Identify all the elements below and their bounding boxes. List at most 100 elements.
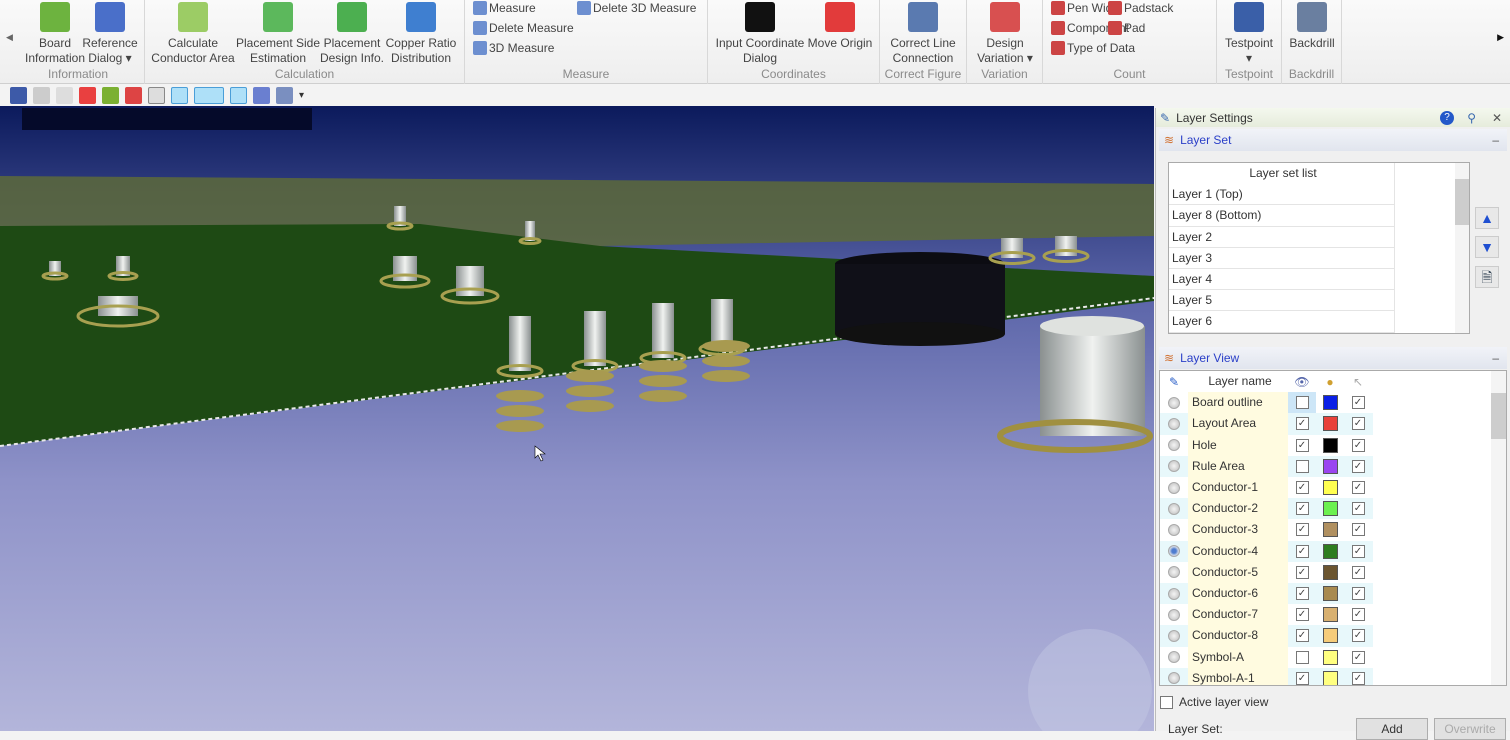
move-origin-button[interactable]: Move Origin [795,0,885,51]
visibility-checkbox[interactable] [1295,459,1309,473]
layer-row[interactable]: Conductor-2 ✓ ✓ [1160,498,1373,520]
visibility-checkbox[interactable] [1295,396,1309,410]
layer-row[interactable]: Symbol-A ✓ [1160,646,1373,668]
color-cell[interactable] [1316,435,1344,456]
layer-toggle-icon[interactable] [230,86,247,104]
visibility-cell[interactable]: ✓ [1288,413,1316,434]
color-swatch[interactable] [1322,628,1338,644]
active-layer-radio[interactable] [1160,435,1188,456]
comment-icon[interactable] [194,86,224,104]
visibility-checkbox[interactable]: ✓ [1295,608,1309,622]
selectable-checkbox[interactable]: ✓ [1351,629,1365,643]
selectable-cell[interactable]: ✓ [1344,435,1372,456]
visibility-checkbox[interactable]: ✓ [1295,417,1309,431]
layer-set-item[interactable]: Layer 2 [1169,226,1395,248]
design-variation-button[interactable]: Design Variation ▾ [960,0,1050,66]
visibility-cell[interactable]: ✓ [1288,498,1316,519]
active-layer-radio[interactable] [1160,519,1188,540]
layer-row[interactable]: Conductor-1 ✓ ✓ [1160,477,1373,499]
layer-row[interactable]: Rule Area ✓ [1160,455,1373,477]
edit-layer-set-button[interactable]: 🗎 [1475,266,1499,288]
layer-set-item[interactable]: Layer 1 (Top) [1169,184,1395,206]
color-swatch[interactable] [1322,416,1338,432]
color-cell[interactable] [1316,498,1344,519]
layer-row[interactable]: Conductor-7 ✓ ✓ [1160,604,1373,626]
radio[interactable] [1168,566,1180,579]
layer-row[interactable]: Board outline ✓ [1160,392,1373,414]
color-cell[interactable] [1316,625,1344,646]
copper-ratio-button[interactable]: Copper Ratio Distribution [376,0,466,66]
color-cell[interactable] [1316,477,1344,498]
layer-set-item[interactable]: Layer 5 [1169,290,1395,312]
color-swatch[interactable] [1322,522,1338,538]
scrollbar[interactable] [1455,163,1469,333]
visibility-cell[interactable]: ✓ [1288,583,1316,604]
3d-board-viewport[interactable] [0,106,1154,731]
radio[interactable] [1168,439,1180,452]
ruler-button[interactable]: Measure [473,1,536,15]
active-layer-radio[interactable] [1160,392,1188,413]
visibility-cell[interactable]: ✓ [1288,477,1316,498]
visibility-cell[interactable]: ✓ [1288,668,1316,685]
layer-row[interactable]: Conductor-8 ✓ ✓ [1160,625,1373,647]
active-layer-radio[interactable] [1160,647,1188,668]
visibility-cell[interactable] [1288,456,1316,477]
selectable-checkbox[interactable]: ✓ [1351,565,1365,579]
selectable-checkbox[interactable]: ✓ [1351,608,1365,622]
layer-row[interactable]: Symbol-A-1 ✓ ✓ [1160,667,1373,685]
layer-row[interactable]: Conductor-6 ✓ ✓ [1160,583,1373,605]
probe-icon[interactable] [253,86,270,104]
visibility-checkbox[interactable]: ✓ [1295,544,1309,558]
layer-row[interactable]: Hole ✓ ✓ [1160,434,1373,456]
color-cell[interactable] [1316,541,1344,562]
active-layer-radio[interactable] [1160,541,1188,562]
connection-icon[interactable] [171,86,188,104]
pad-button[interactable]: Pad [1108,21,1145,35]
scrollbar[interactable] [1491,371,1506,685]
selectable-checkbox[interactable]: ✓ [1351,671,1365,685]
3d-measure-button[interactable]: 3D Measure [473,41,554,55]
layer-row[interactable]: Conductor-5 ✓ ✓ [1160,561,1373,583]
selectable-checkbox[interactable]: ✓ [1351,481,1365,495]
active-layer-radio[interactable] [1160,456,1188,477]
color-cell[interactable] [1316,562,1344,583]
selectable-checkbox[interactable]: ✓ [1351,502,1365,516]
ribbon-scroll-right[interactable]: ▶ [1497,32,1504,43]
active-layer-radio[interactable] [1160,625,1188,646]
radio[interactable] [1168,545,1180,558]
layer-row[interactable]: Conductor-3 ✓ ✓ [1160,519,1373,541]
selectable-checkbox[interactable]: ✓ [1351,587,1365,601]
visibility-cell[interactable]: ✓ [1288,625,1316,646]
selectable-checkbox[interactable]: ✓ [1351,396,1365,410]
visibility-checkbox[interactable]: ✓ [1295,502,1309,516]
visibility-cell[interactable]: ✓ [1288,562,1316,583]
add-button[interactable]: Add [1356,718,1428,740]
visibility-checkbox[interactable]: ✓ [1295,629,1309,643]
collapse-icon[interactable]: – [1492,351,1499,365]
active-layer-radio[interactable] [1160,562,1188,583]
layer-view-header[interactable]: ≋ Layer View – [1159,347,1507,369]
color-swatch[interactable] [1322,543,1338,559]
active-layer-radio[interactable] [1160,668,1188,685]
color-cell[interactable] [1316,519,1344,540]
visibility-checkbox[interactable]: ✓ [1295,565,1309,579]
color-cell[interactable] [1316,583,1344,604]
selectable-checkbox[interactable]: ✓ [1351,544,1365,558]
color-swatch[interactable] [1322,564,1338,580]
selectable-checkbox[interactable]: ✓ [1351,459,1365,473]
color-swatch[interactable] [1322,586,1338,602]
selectable-cell[interactable]: ✓ [1344,413,1372,434]
active-layer-view-checkbox[interactable]: Active layer view [1160,695,1268,709]
selectable-cell[interactable]: ✓ [1344,668,1372,685]
selectable-checkbox[interactable]: ✓ [1351,417,1365,431]
visibility-cell[interactable] [1288,647,1316,668]
line-connection-button[interactable]: Correct Line Connection [878,0,968,66]
type-of-data-button[interactable]: Type of Data [1051,41,1135,55]
save-icon[interactable] [10,86,27,104]
export-icon[interactable] [276,86,293,104]
visibility-cell[interactable]: ✓ [1288,541,1316,562]
color-cell[interactable] [1316,604,1344,625]
zoom-fit-icon[interactable] [102,86,119,104]
selectable-cell[interactable]: ✓ [1344,498,1372,519]
color-cell[interactable] [1316,392,1344,413]
